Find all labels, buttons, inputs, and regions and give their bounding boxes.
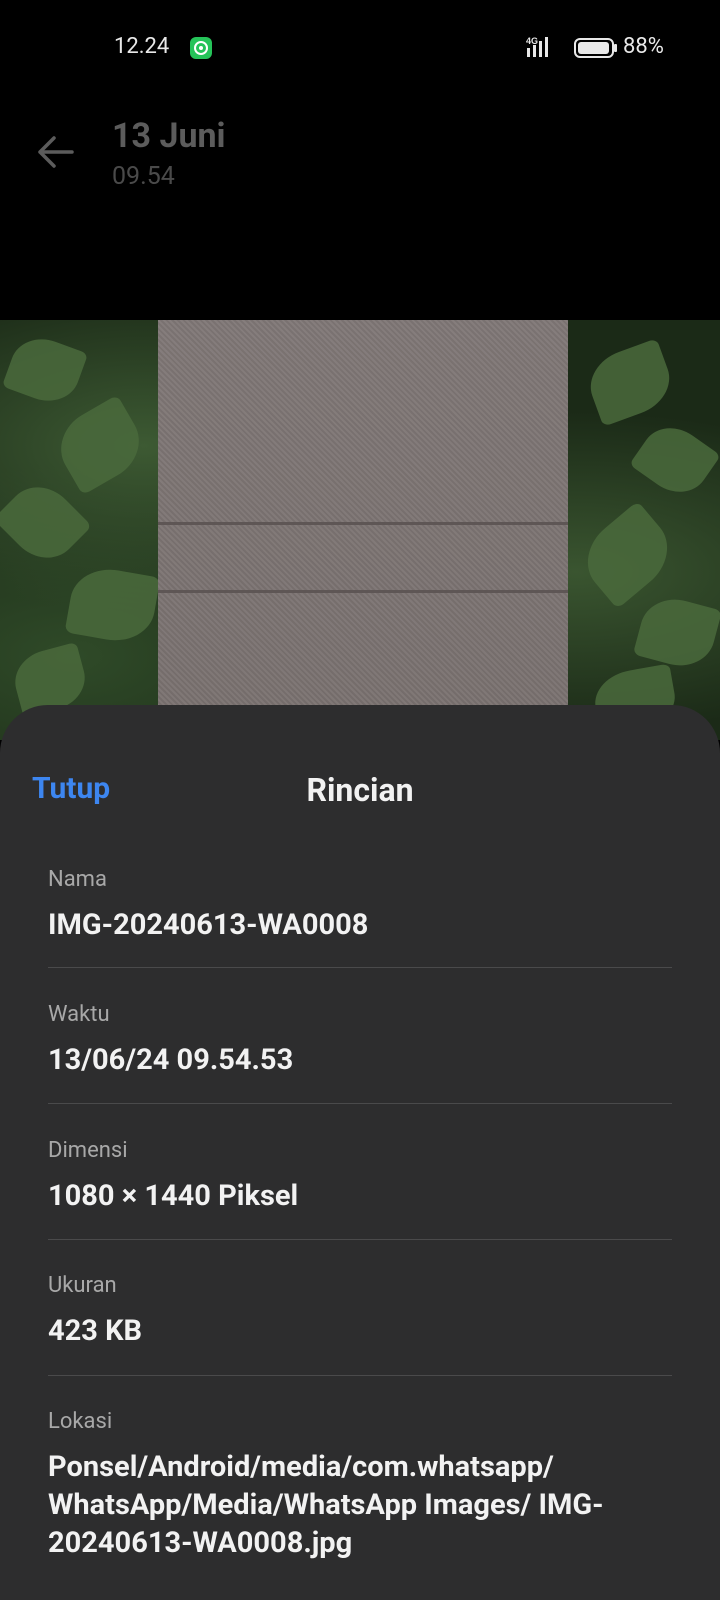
signal-4g-icon: 4G: [526, 36, 554, 62]
detail-label: Lokasi: [48, 1409, 113, 1434]
detail-label: Waktu: [48, 1002, 110, 1027]
details-sheet: Tutup Rincian Nama IMG-20240613-WA0008 W…: [0, 705, 720, 1600]
back-button[interactable]: [32, 128, 80, 176]
detail-value: 423 KB: [48, 1314, 143, 1348]
detail-value: Ponsel/Android/media/com.whatsapp/ Whats…: [48, 1450, 604, 1560]
photo-image[interactable]: [0, 320, 720, 740]
page-subtitle: 09.54: [112, 162, 175, 191]
detail-value: 13/06/24 09.54.53: [48, 1043, 294, 1077]
battery-percent: 88%: [623, 34, 664, 59]
divider: [48, 967, 672, 968]
detail-time: Waktu 13/06/24 09.54.53: [48, 1002, 672, 1079]
detail-name: Nama IMG-20240613-WA0008: [48, 867, 672, 944]
battery-icon: [574, 38, 618, 62]
detail-size: Ukuran 423 KB: [48, 1273, 672, 1350]
detail-location: Lokasi Ponsel/Android/media/com.whatsapp…: [48, 1409, 672, 1562]
detail-dimension: Dimensi 1080 × 1440 Piksel: [48, 1138, 672, 1215]
detail-label: Dimensi: [48, 1138, 128, 1163]
svg-text:4G: 4G: [526, 36, 538, 46]
status-time: 12.24: [114, 34, 170, 59]
arrow-left-icon: [38, 136, 74, 168]
detail-label: Ukuran: [48, 1273, 117, 1298]
page-title: 13 Juni: [112, 116, 226, 156]
divider: [48, 1375, 672, 1376]
divider: [48, 1103, 672, 1104]
detail-value: 1080 × 1440 Piksel: [48, 1179, 299, 1213]
sheet-title: Rincian: [306, 771, 414, 809]
divider: [48, 1239, 672, 1240]
detail-label: Nama: [48, 867, 107, 892]
whatsapp-notification-icon: [190, 37, 212, 59]
status-bar: 12.24 4G 88%: [0, 0, 720, 96]
detail-value: IMG-20240613-WA0008: [48, 908, 369, 942]
